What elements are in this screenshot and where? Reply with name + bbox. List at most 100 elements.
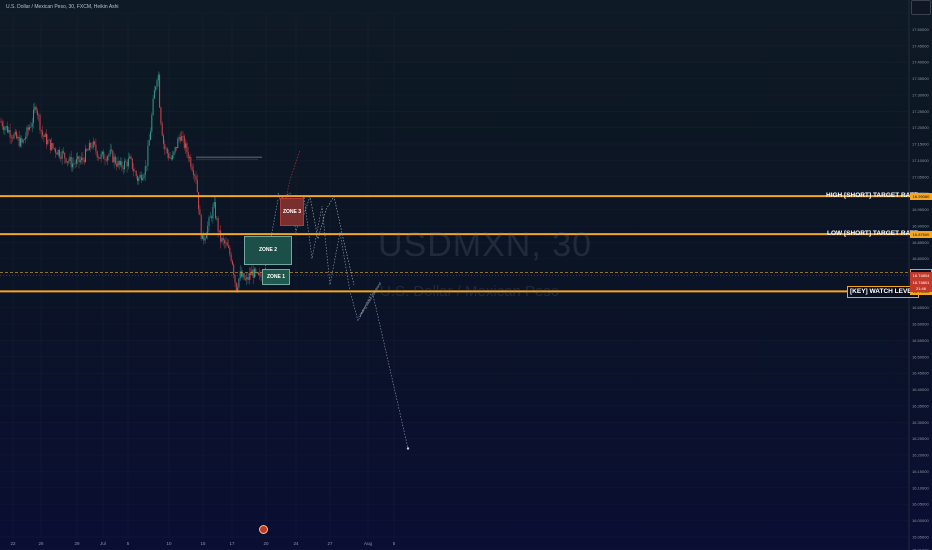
x-tick-label: 5 (393, 541, 396, 546)
candle-body (241, 271, 242, 277)
chart-header: U.S. Dollar / Mexican Peso, 30, FXCM, He… (6, 4, 119, 10)
zone-1-box[interactable]: ZONE 1 (262, 269, 290, 285)
candle-body (18, 136, 20, 147)
candle-body (30, 126, 32, 128)
candle-body (198, 192, 200, 210)
candle-body (46, 133, 47, 145)
candle-body (23, 139, 25, 140)
candle-body (113, 156, 115, 163)
candle-body (129, 156, 131, 159)
candle-body (10, 137, 12, 138)
candle-body (148, 139, 150, 146)
x-tick-label: 24 (293, 541, 299, 546)
candle-body (90, 143, 92, 148)
candle-body (140, 174, 142, 181)
candle-body (204, 238, 206, 241)
candle-body (122, 167, 124, 170)
y-tick-label: 17.20000 (912, 125, 929, 130)
candle-body (208, 217, 210, 226)
candle-body (104, 159, 106, 160)
candle-body (164, 143, 166, 150)
y-tick-label: 16.85000 (912, 240, 929, 245)
candle-body (134, 171, 136, 172)
candle-body (191, 166, 193, 171)
candle-body (217, 218, 219, 232)
candle-body (259, 273, 261, 275)
y-tick-label: 16.35000 (912, 403, 929, 408)
x-tick-label: 5 (127, 541, 130, 546)
candle-body (22, 139, 24, 143)
low-target-price-tag: 16.87500 (910, 230, 932, 238)
candle-body (60, 156, 62, 159)
candle-body (163, 135, 164, 144)
candle-body (83, 159, 85, 162)
candle-body (42, 131, 44, 136)
candle-body (131, 158, 133, 170)
candle-body (79, 160, 81, 163)
y-tick-label: 17.10000 (912, 158, 929, 163)
candle-body (133, 169, 135, 172)
candle-body (233, 264, 235, 275)
chart-canvas[interactable]: 17.5500017.5000017.4500017.4000017.35000… (0, 0, 932, 550)
candle-body (172, 155, 174, 160)
candle-body (196, 179, 198, 193)
candle-body (52, 143, 54, 149)
x-tick-label: Aug (364, 541, 373, 546)
projection-label: Leading dotted downtrend (357, 282, 382, 318)
menu-button[interactable] (911, 0, 931, 15)
candle-body (231, 260, 233, 265)
y-tick-label: 16.55000 (912, 338, 929, 343)
candle-body (225, 242, 227, 244)
candle-body (20, 138, 21, 147)
candle-body (166, 148, 168, 154)
candle-body (174, 146, 176, 152)
candle-body (146, 165, 148, 167)
x-tick-label: 17 (229, 541, 235, 546)
candle-body (218, 230, 220, 232)
candle-body (194, 175, 196, 176)
candle-body (255, 268, 257, 273)
y-tick-label: 16.00000 (912, 518, 929, 523)
candle-body (9, 130, 11, 138)
candle-body (125, 161, 127, 162)
candle-body (224, 240, 226, 244)
candle-body (99, 157, 101, 159)
candle-body (43, 135, 45, 138)
candle-body (202, 235, 203, 240)
y-tick-label: 16.30000 (912, 420, 929, 425)
watermark-symbol: USDMXN, 30 (378, 226, 593, 264)
candle-body (62, 151, 64, 153)
candle-body (257, 272, 259, 275)
tradingview-logo-icon[interactable] (259, 525, 268, 534)
x-tick-label: 26 (38, 541, 44, 546)
x-tick-label: 22 (10, 541, 16, 546)
candle-body (238, 278, 240, 288)
candle-body (216, 218, 218, 219)
candle-body (40, 130, 42, 132)
y-tick-label: 16.65000 (912, 305, 929, 310)
x-tick-label: 10 (166, 541, 172, 546)
chart-area[interactable]: 17.5500017.5000017.4500017.4000017.35000… (0, 0, 932, 550)
y-tick-label: 17.50000 (912, 27, 929, 32)
zone-3-box[interactable]: ZONE 3 (280, 198, 304, 226)
candle-body (147, 145, 149, 166)
candle-body (112, 150, 114, 163)
candle-body (212, 206, 214, 219)
y-tick-label: 17.45000 (912, 43, 929, 48)
candle-body (142, 178, 144, 181)
candle-body (156, 80, 158, 87)
candle-body (220, 230, 222, 242)
candle-body (86, 149, 88, 151)
candle-body (182, 136, 184, 137)
candle-body (235, 282, 237, 291)
zone-2-box[interactable]: ZONE 2 (244, 235, 292, 266)
candle-body (17, 136, 19, 139)
candle-body (61, 151, 63, 159)
y-tick-label: 16.80000 (912, 256, 929, 261)
candle-body (69, 156, 71, 162)
candle-body (29, 127, 31, 130)
candle-body (77, 156, 79, 159)
y-tick-label: 16.40000 (912, 387, 929, 392)
y-tick-label: 16.50000 (912, 354, 929, 359)
high-target-label: HIGH [SHORT] TARGET RATE (826, 192, 919, 200)
